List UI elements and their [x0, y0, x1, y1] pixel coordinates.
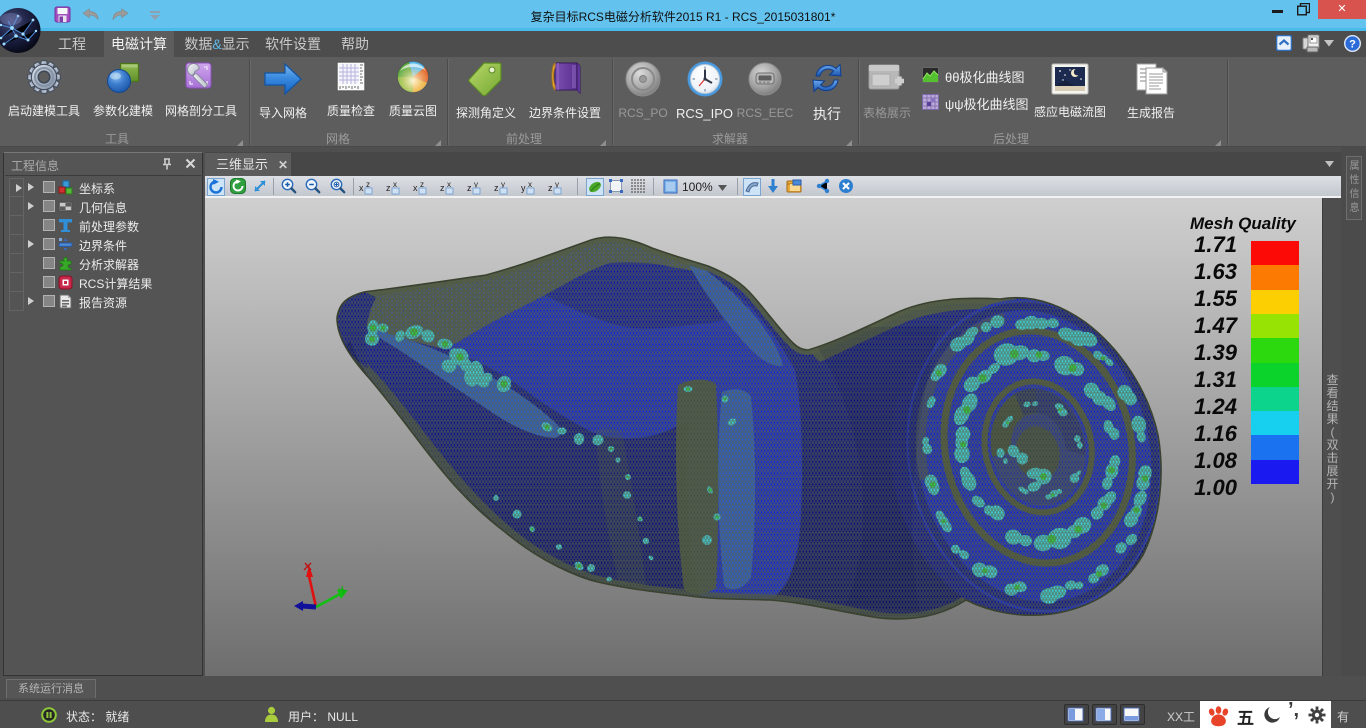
svg-text:x: x: [359, 183, 364, 193]
svg-text:z: z: [440, 183, 445, 193]
svg-text:z: z: [494, 183, 499, 193]
svg-text:z: z: [548, 183, 553, 193]
svg-text:y: y: [521, 183, 526, 193]
svg-text:?: ?: [1349, 39, 1356, 51]
svg-text:z: z: [386, 183, 391, 193]
svg-text:z: z: [467, 183, 472, 193]
svg-text:x: x: [413, 183, 418, 193]
